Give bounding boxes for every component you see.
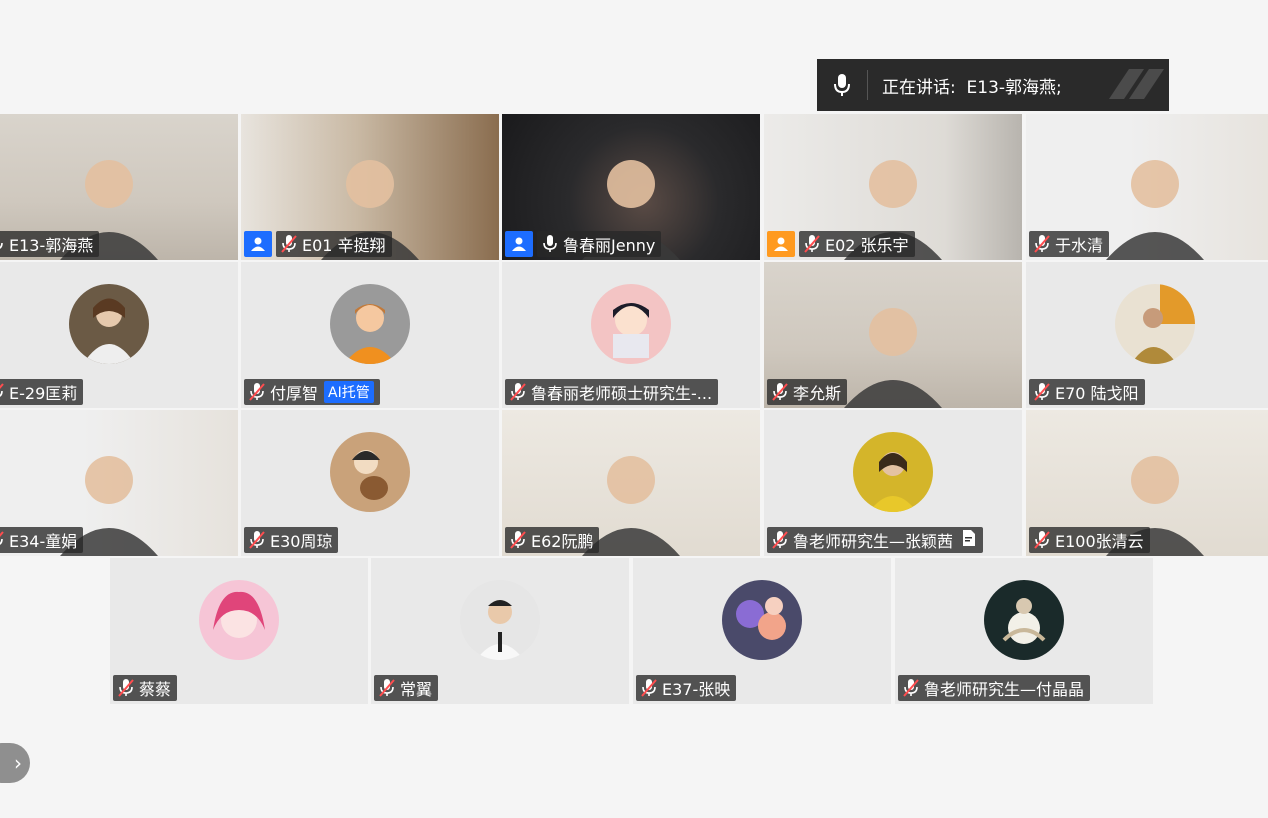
host-person-icon [505,231,533,257]
avatar [69,284,149,364]
avatar [853,432,933,512]
participant-label: E70 陆戈阳 [1029,379,1145,405]
ai-managed-tag: AI托管 [324,381,374,403]
participant-name: E02 张乐宇 [825,236,909,255]
participant-tile[interactable]: E37-张映 [633,558,891,704]
participant-tile[interactable]: 鲁老师研究生—张颖茜 [764,410,1022,556]
document-icon [957,529,977,551]
mic-muted-icon [1033,530,1051,550]
participant-name: E34-童娟 [9,532,78,551]
cohost-person-icon [767,231,795,257]
avatar [722,580,802,660]
participant-name: E100张清云 [1055,532,1144,551]
participant-label: E-29匡莉 [0,379,84,405]
mic-muted-icon [0,530,5,550]
participant-tile[interactable]: E30周琼 [241,410,499,556]
speaking-banner: 正在讲话: E13-郭海燕; [817,59,1169,111]
participant-label: 鲁春丽老师硕士研究生-... [505,379,719,405]
participant-label: E02 张乐宇 [799,231,915,257]
avatar [330,284,410,364]
participant-tile[interactable]: 于水清 [1026,114,1268,260]
participant-label: 付厚智 AI托管 [244,379,380,405]
avatar [460,580,540,660]
participant-tile[interactable]: E62阮鹏 [502,410,760,556]
mic-muted-icon [117,678,135,698]
participant-label: 鲁老师研究生—付晶晶 [898,675,1091,701]
mic-muted-icon [509,530,527,550]
participant-tile[interactable]: 鲁老师研究生—付晶晶 [895,558,1153,704]
participant-label: 蔡蔡 [113,675,178,701]
avatar [199,580,279,660]
participant-grid: E13-郭海燕 E01 辛挺翔 鲁春丽Jenny E02 张乐宇 于水清 E-29匡莉 付厚… [0,0,1268,818]
participant-label: 鲁老师研究生—张颖茜 [767,527,984,553]
speaking-prefix: 正在讲话: [882,77,956,98]
mic-muted-icon [1033,234,1051,254]
avatar [330,432,410,512]
participant-name: 鲁春丽老师硕士研究生-... [531,384,713,403]
participant-name: 鲁春丽Jenny [563,236,656,255]
participant-name: 鲁老师研究生—付晶晶 [924,680,1085,699]
participant-label: E34-童娟 [0,527,84,553]
avatar [984,580,1064,660]
avatar [591,284,671,364]
host-person-icon [244,231,272,257]
participant-tile[interactable]: 李允斯 [764,262,1022,408]
participant-name: E30周琼 [270,532,333,551]
participant-name: E70 陆戈阳 [1055,384,1139,403]
participant-label: 鲁春丽Jenny [537,231,662,257]
participant-tile[interactable]: E-29匡莉 [0,262,238,408]
participant-name: E37-张映 [662,680,731,699]
mic-muted-icon [280,234,298,254]
avatar [1115,284,1195,364]
microphone-icon [817,70,868,100]
participant-name: 于水清 [1055,236,1104,255]
participant-label: 常翼 [374,675,439,701]
participant-label: E01 辛挺翔 [276,231,392,257]
participant-label: E13-郭海燕 [0,231,100,257]
mic-muted-icon [771,382,789,402]
participant-label: 李允斯 [767,379,848,405]
participant-label: E37-张映 [636,675,737,701]
participant-tile[interactable]: 蔡蔡 [110,558,368,704]
participant-tile[interactable]: E02 张乐宇 [764,114,1022,260]
participant-tile[interactable]: 常翼 [371,558,629,704]
participant-name: E62阮鹏 [531,532,594,551]
participant-tile[interactable]: 付厚智 AI托管 [241,262,499,408]
participant-tile[interactable]: E13-郭海燕 [0,114,238,260]
participant-label: E62阮鹏 [505,527,600,553]
mic-muted-icon [0,382,5,402]
mic-muted-icon [902,678,920,698]
participant-name: 常翼 [400,680,433,699]
participant-tile[interactable]: E34-童娟 [0,410,238,556]
microphone-icon [0,234,5,254]
participant-name: E01 辛挺翔 [302,236,386,255]
microphone-icon [541,234,559,254]
participant-label: E100张清云 [1029,527,1150,553]
decoration-icon [1109,69,1164,99]
participant-name: E-29匡莉 [9,384,78,403]
participant-tile[interactable]: E100张清云 [1026,410,1268,556]
participant-name: 李允斯 [793,384,842,403]
participant-label: 于水清 [1029,231,1110,257]
mic-muted-icon [1033,382,1051,402]
participant-name: E13-郭海燕 [9,236,94,255]
participant-tile[interactable]: 鲁春丽Jenny [502,114,760,260]
participant-name: 鲁老师研究生—张颖茜 [793,532,954,551]
mic-muted-icon [248,530,266,550]
participant-label: E30周琼 [244,527,339,553]
mic-muted-icon [640,678,658,698]
participant-name: 付厚智 [270,384,319,403]
mic-muted-icon [771,530,789,550]
participant-tile[interactable]: E01 辛挺翔 [241,114,499,260]
mic-muted-icon [803,234,821,254]
mic-muted-icon [248,382,266,402]
participant-name: 蔡蔡 [139,680,172,699]
mic-muted-icon [509,382,527,402]
participant-tile[interactable]: E70 陆戈阳 [1026,262,1268,408]
mic-muted-icon [378,678,396,698]
participant-tile[interactable]: 鲁春丽老师硕士研究生-... [502,262,760,408]
speaking-name: E13-郭海燕; [966,77,1062,98]
chevron-right-icon: › [14,751,22,775]
